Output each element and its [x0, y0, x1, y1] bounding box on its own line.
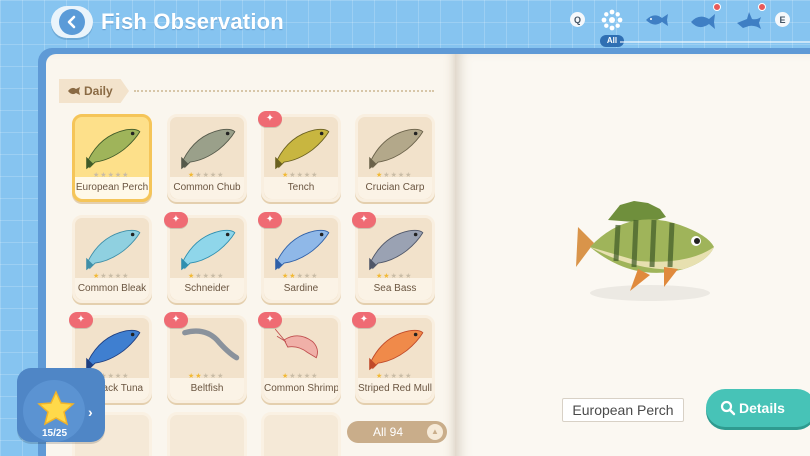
notification-dot: [713, 3, 721, 11]
fish-card-label: Sea Bass: [358, 278, 432, 300]
filter-all-icon[interactable]: [597, 7, 627, 33]
fish-card-label: Beltfish: [170, 378, 244, 400]
back-arrow-icon: [59, 9, 85, 35]
fish-card-label: Striped Red Mullet: [358, 378, 432, 400]
fish-icon: [68, 87, 80, 95]
fish-card[interactable]: ★★★★★ Beltfish ✦: [164, 312, 247, 403]
locked-card[interactable]: [261, 412, 341, 456]
new-badge-icon: ✦: [258, 212, 282, 228]
page-title: Fish Observation: [101, 9, 284, 34]
fish-card[interactable]: ★★★★★ Tench ✦: [258, 111, 341, 202]
new-badge-icon: ✦: [258, 312, 282, 328]
fish-thumbnail: [181, 128, 236, 170]
back-button[interactable]: [51, 6, 93, 38]
new-badge-icon: ✦: [352, 212, 376, 228]
fish-card[interactable]: ★★★★★ Schneider ✦: [164, 212, 247, 303]
shark-icon[interactable]: [734, 7, 764, 33]
fish-card-label: Schneider: [170, 278, 244, 300]
magnifier-icon: [720, 400, 736, 416]
star-icon: [37, 390, 75, 426]
fish-thumbnail: [86, 229, 141, 271]
daily-section-tag: Daily: [59, 79, 129, 103]
large-fish-icon[interactable]: [688, 7, 718, 33]
fish-thumbnail: [275, 128, 330, 170]
filter-count-label: All 94: [373, 425, 404, 439]
selected-fish-illustration: [576, 201, 714, 301]
new-badge-icon: ✦: [164, 212, 188, 228]
new-badge-icon: ✦: [69, 312, 93, 328]
small-fish-icon[interactable]: [642, 7, 672, 33]
new-badge-icon: ✦: [258, 111, 282, 127]
fish-card[interactable]: ★★★★★ European Perch: [72, 114, 152, 202]
tab-underline: [620, 41, 810, 43]
fish-card[interactable]: ★★★★★ Crucian Carp: [355, 114, 435, 202]
notification-dot: [758, 3, 766, 11]
locked-card[interactable]: [167, 412, 247, 456]
chevron-up-icon[interactable]: ▲: [427, 424, 443, 440]
fish-card-label: Crucian Carp: [358, 177, 432, 199]
details-button[interactable]: Details: [706, 389, 810, 427]
fish-card-label: European Perch: [75, 177, 149, 199]
fish-thumbnail: [369, 329, 424, 371]
progress-count: 15/25: [42, 428, 68, 439]
prev-tab-key[interactable]: Q: [570, 12, 585, 27]
fish-card-label: Common Chub: [170, 177, 244, 199]
fish-card[interactable]: ★★★★★Striped Red Mullet✦: [352, 312, 435, 403]
fish-thumbnail: [369, 128, 424, 170]
fish-card[interactable]: ★★★★★ Common Chub: [167, 114, 247, 202]
filter-count-pill[interactable]: All 94 ▲: [347, 421, 447, 443]
fish-thumbnail: [369, 229, 424, 271]
chevron-right-icon: ›: [88, 404, 93, 420]
fish-thumbnail: [181, 229, 236, 271]
fish-card-label: Common Shrimp: [264, 378, 338, 400]
fish-thumbnail: [275, 229, 330, 271]
fish-thumbnail: [86, 128, 141, 170]
fish-thumbnail: [182, 328, 240, 361]
fish-card-label: Common Bleak: [75, 278, 149, 300]
fish-card[interactable]: ★★★★★ Sea Bass ✦: [352, 212, 435, 303]
fish-card[interactable]: ★★★★★ Common Shrimp ✦: [258, 312, 341, 403]
details-label: Details: [739, 400, 785, 416]
section-divider: [134, 90, 434, 92]
fish-card[interactable]: ★★★★★ Common Bleak: [72, 215, 152, 303]
new-badge-icon: ✦: [164, 312, 188, 328]
daily-label: Daily: [84, 84, 113, 98]
new-badge-icon: ✦: [352, 312, 376, 328]
fish-thumbnail: [274, 328, 318, 359]
fish-thumbnail: [86, 329, 141, 371]
fish-card-label: Sardine: [264, 278, 338, 300]
fish-card-label: Tench: [264, 177, 338, 199]
fish-card[interactable]: ★★★★★ Sardine ✦: [258, 212, 341, 303]
selected-fish-name: European Perch: [562, 398, 684, 422]
next-tab-key[interactable]: E: [775, 12, 790, 27]
